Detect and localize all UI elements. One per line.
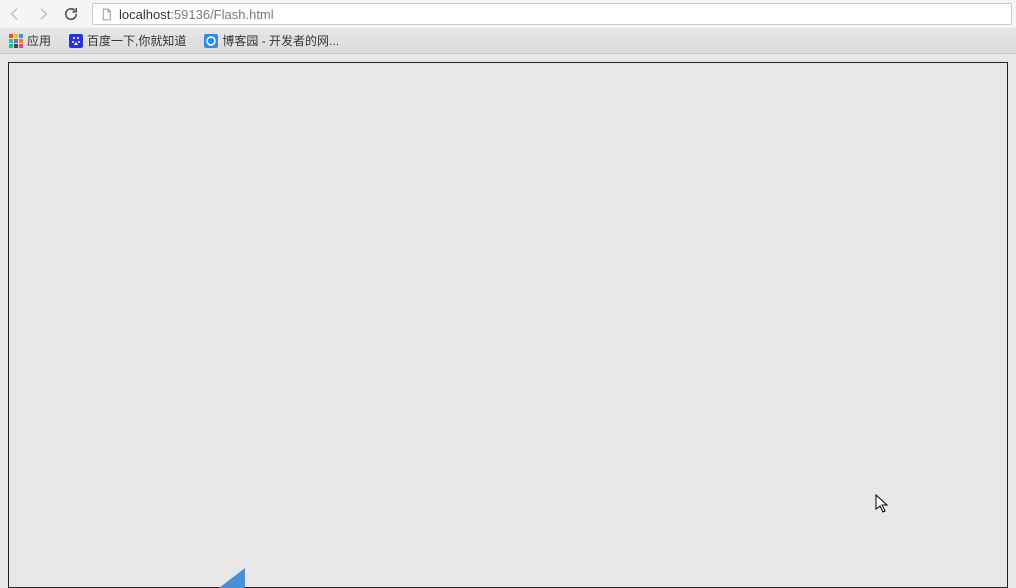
flash-corner-decoration [219,568,245,588]
back-button[interactable] [4,3,26,25]
reload-icon [62,5,80,23]
cnblogs-favicon [204,34,218,48]
page-viewport [0,54,1016,588]
bookmark-label: 百度一下,你就知道 [87,32,186,49]
bookmark-item-baidu[interactable]: 百度一下,你就知道 [66,30,189,51]
page-icon [99,7,113,21]
nav-toolbar: localhost:59136/Flash.html [0,0,1016,28]
arrow-right-icon [35,6,51,22]
arrow-left-icon [7,6,23,22]
url-path: :59136/Flash.html [170,7,273,22]
bookmark-label: 博客园 - 开发者的网... [222,32,339,49]
apps-grid-icon [9,34,23,48]
url-text: localhost:59136/Flash.html [119,7,1005,22]
forward-button[interactable] [32,3,54,25]
bookmarks-bar: 应用 百度一下,你就知道 博客园 - 开发者的网... [0,28,1016,54]
url-host: localhost [119,7,170,22]
address-bar[interactable]: localhost:59136/Flash.html [92,3,1012,25]
apps-label: 应用 [27,32,51,49]
baidu-favicon [69,34,83,48]
apps-shortcut[interactable]: 应用 [6,30,54,51]
reload-button[interactable] [60,3,82,25]
bookmark-item-cnblogs[interactable]: 博客园 - 开发者的网... [201,30,342,51]
flash-embed[interactable] [8,62,1008,588]
